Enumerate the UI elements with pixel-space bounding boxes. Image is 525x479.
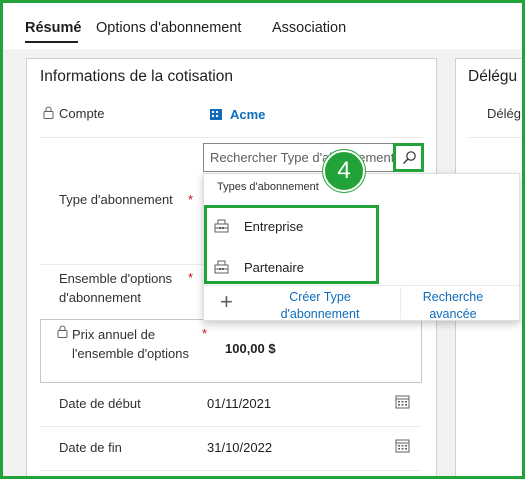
highlight-frame <box>0 0 525 479</box>
